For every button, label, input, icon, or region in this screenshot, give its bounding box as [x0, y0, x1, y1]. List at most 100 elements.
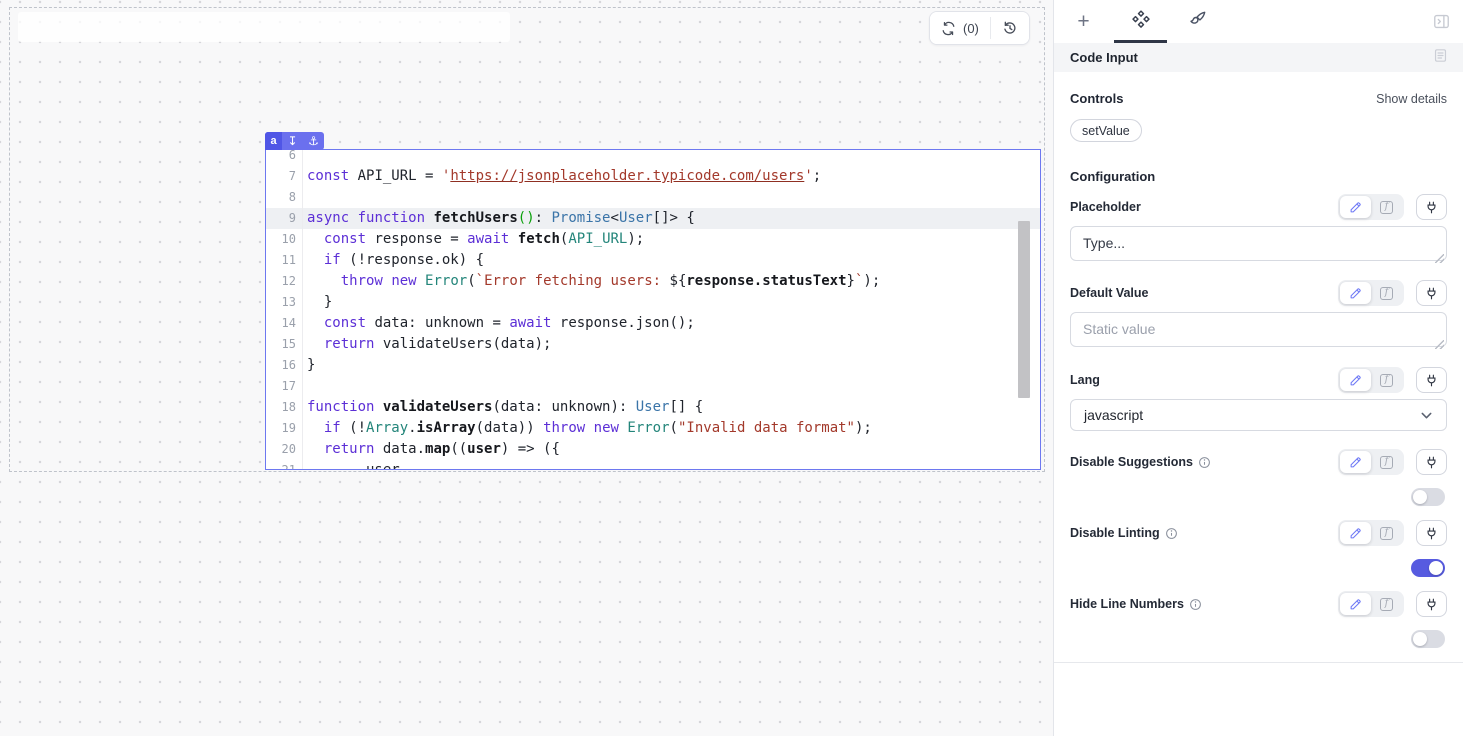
toggle-knob: [1413, 490, 1427, 504]
controls-heading: Controls: [1070, 91, 1123, 106]
code-input-widget[interactable]: a ↧ ⚓ 67const API_URL = 'https://jsonpla…: [265, 149, 1041, 470]
panel-section-divider: [1054, 662, 1463, 663]
code-line-text: [303, 187, 307, 208]
widget-name-tag[interactable]: a ↧ ⚓: [265, 132, 324, 150]
code-line-text: ...user,: [303, 460, 408, 469]
default-value-input[interactable]: [1070, 312, 1447, 347]
code-line-text: [303, 150, 307, 166]
edit-mode-button[interactable]: [1340, 282, 1371, 304]
js-mode-button[interactable]: f: [1371, 196, 1402, 218]
value-mode-segmented: f: [1338, 280, 1404, 306]
bind-data-button[interactable]: [1416, 367, 1447, 393]
pencil-icon: [1348, 526, 1363, 541]
code-line-text: }: [303, 292, 332, 313]
edit-mode-button[interactable]: [1340, 451, 1371, 473]
code-line: 12 throw new Error(`Error fetching users…: [266, 271, 1040, 292]
placeholder-input[interactable]: Type...: [1070, 226, 1447, 261]
edit-mode-button[interactable]: [1340, 196, 1371, 218]
disable-suggestions-label: Disable Suggestions: [1070, 455, 1211, 469]
editor-canvas[interactable]: (0) a ↧ ⚓ 67const API_URL = 'https://jso…: [0, 0, 1053, 736]
code-line-text: function validateUsers(data: unknown): U…: [303, 397, 703, 418]
edit-mode-button[interactable]: [1340, 369, 1371, 391]
auto-height-icon[interactable]: ↧: [282, 132, 303, 150]
code-line-text: const API_URL = 'https://jsonplaceholder…: [303, 166, 821, 187]
bind-data-button[interactable]: [1416, 194, 1447, 220]
collapse-panel-icon[interactable]: [1432, 12, 1451, 36]
plug-icon: [1424, 200, 1439, 215]
disable-suggestions-toggle[interactable]: [1411, 488, 1445, 506]
field-lang: Lang f: [1070, 367, 1447, 393]
line-number: 19: [266, 418, 303, 439]
field-disable-suggestions: Disable Suggestions f: [1070, 449, 1447, 475]
tab-add-widget[interactable]: +: [1055, 0, 1112, 43]
edit-mode-button[interactable]: [1340, 593, 1371, 615]
bind-data-button[interactable]: [1416, 591, 1447, 617]
bind-data-button[interactable]: [1416, 280, 1447, 306]
lang-select[interactable]: javascript: [1070, 399, 1447, 431]
function-icon: f: [1380, 456, 1393, 469]
refresh-count: (0): [963, 21, 979, 36]
js-mode-button[interactable]: f: [1371, 369, 1402, 391]
property-panel: + Code Input: [1053, 0, 1463, 736]
show-details-link[interactable]: Show details: [1376, 92, 1447, 106]
placeholder-label: Placeholder: [1070, 200, 1141, 214]
line-number: 21: [266, 460, 303, 469]
widget-type-header: Code Input: [1054, 43, 1463, 72]
info-icon: [1189, 598, 1202, 611]
line-number: 9: [266, 208, 303, 229]
paintbrush-icon: [1187, 9, 1208, 35]
plug-icon: [1424, 526, 1439, 541]
code-editor[interactable]: 67const API_URL = 'https://jsonplacehold…: [266, 150, 1040, 469]
code-line-text: return validateUsers(data);: [303, 334, 551, 355]
code-line: 6: [266, 150, 1040, 166]
js-mode-button[interactable]: f: [1371, 593, 1402, 615]
widget-type-title: Code Input: [1070, 50, 1138, 65]
js-mode-button[interactable]: f: [1371, 282, 1402, 304]
history-button[interactable]: [991, 12, 1029, 44]
tab-style[interactable]: [1169, 0, 1226, 43]
canvas-action-bar: (0): [929, 11, 1030, 45]
widgets-icon: [1130, 8, 1152, 35]
plug-icon: [1424, 373, 1439, 388]
function-icon: f: [1380, 374, 1393, 387]
pencil-icon: [1348, 286, 1363, 301]
code-line-text: if (!Array.isArray(data)) throw new Erro…: [303, 418, 872, 439]
code-line-text: const data: unknown = await response.jso…: [303, 313, 695, 334]
field-default-value: Default Value f: [1070, 280, 1447, 306]
value-mode-segmented: f: [1338, 520, 1404, 546]
js-mode-button[interactable]: f: [1371, 522, 1402, 544]
code-line-text: const response = await fetch(API_URL);: [303, 229, 644, 250]
widget-name-label: a: [265, 132, 282, 150]
code-line-text: }: [303, 355, 315, 376]
disable-linting-toggle[interactable]: [1411, 559, 1445, 577]
line-number: 17: [266, 376, 303, 397]
code-line: 11 if (!response.ok) {: [266, 250, 1040, 271]
js-mode-button[interactable]: f: [1371, 451, 1402, 473]
editor-scrollbar[interactable]: [1018, 221, 1030, 398]
refresh-button[interactable]: (0): [930, 12, 990, 44]
code-lines: 67const API_URL = 'https://jsonplacehold…: [266, 150, 1040, 469]
canvas-top-strip: [18, 12, 510, 42]
code-line: 10 const response = await fetch(API_URL)…: [266, 229, 1040, 250]
edit-mode-button[interactable]: [1340, 522, 1371, 544]
tab-properties[interactable]: [1112, 0, 1169, 43]
code-line-text: async function fetchUsers(): Promise<Use…: [303, 208, 695, 229]
setvalue-command-chip[interactable]: setValue: [1070, 119, 1142, 142]
plug-icon: [1424, 286, 1439, 301]
bind-data-button[interactable]: [1416, 449, 1447, 475]
anchor-icon[interactable]: ⚓: [303, 132, 324, 150]
line-number: 16: [266, 355, 303, 376]
line-number: 6: [266, 150, 303, 166]
hide-line-numbers-toggle[interactable]: [1411, 630, 1445, 648]
line-number: 8: [266, 187, 303, 208]
info-icon: [1165, 527, 1178, 540]
refresh-icon: [941, 21, 956, 36]
bind-data-button[interactable]: [1416, 520, 1447, 546]
docs-icon[interactable]: [1432, 47, 1449, 69]
value-mode-segmented: f: [1338, 367, 1404, 393]
toggle-knob: [1429, 561, 1443, 575]
field-disable-linting: Disable Linting f: [1070, 520, 1447, 546]
pencil-icon: [1348, 200, 1363, 215]
code-line: 7const API_URL = 'https://jsonplaceholde…: [266, 166, 1040, 187]
code-line: 21 ...user,: [266, 460, 1040, 469]
